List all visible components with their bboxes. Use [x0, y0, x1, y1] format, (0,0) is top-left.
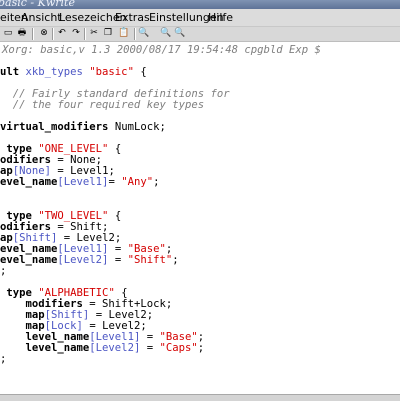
- code-token: ult: [0, 66, 26, 78]
- code-token: "Any": [121, 176, 154, 188]
- code-token: ;: [153, 176, 160, 188]
- code-line: ult xkb_types "basic" {: [0, 67, 147, 78]
- code-token: {: [133, 66, 147, 78]
- menu-bar: eiten Ansicht Lesezeichen Extras Einstel…: [0, 9, 400, 27]
- code-line: ;: [0, 266, 6, 277]
- code-token: =: [108, 254, 128, 266]
- code-token: {: [108, 143, 122, 155]
- toolbar-separator: [134, 28, 136, 40]
- toolbar-separator: [52, 28, 54, 40]
- code-token: "Shift": [127, 254, 173, 266]
- print-icon[interactable]: 🖶: [16, 28, 28, 39]
- menu-ansicht[interactable]: Ansicht: [21, 11, 62, 24]
- code-token: xkb_types: [25, 66, 90, 78]
- code-token: Xorg: basic,v 1.3 2000/08/17 19:54:48 cp…: [2, 44, 321, 56]
- open-icon[interactable]: ▭: [2, 28, 14, 39]
- window-title: basic - Kwrite: [0, 0, 75, 9]
- undo-icon[interactable]: ↶: [56, 28, 68, 39]
- paste-icon[interactable]: 📋: [118, 28, 130, 39]
- code-token: level_name: [0, 342, 90, 354]
- toolbar: ▭ 🖶 ⊗ ↶ ↷ ✂ ❐ 📋 🔍 🔍 🔍: [0, 27, 400, 42]
- code-token: ;: [0, 353, 7, 365]
- code-token: evel_name: [0, 254, 58, 266]
- code-token: NumLock;: [114, 121, 166, 133]
- find-icon[interactable]: 🔍: [138, 28, 150, 39]
- title-bar[interactable]: basic - Kwrite: [0, 0, 400, 9]
- code-token: ;: [197, 342, 205, 354]
- copy-icon[interactable]: ❐: [102, 28, 114, 39]
- menu-extras[interactable]: Extras: [115, 11, 150, 24]
- code-token: "basic": [89, 66, 134, 78]
- code-line: evel_name[Level2] = "Shift";: [0, 255, 179, 266]
- find-prev-icon[interactable]: 🔍: [174, 28, 186, 39]
- code-token: [Level2]: [89, 342, 141, 354]
- code-token: "Caps": [159, 342, 198, 354]
- code-token: [Level2]: [57, 254, 109, 266]
- code-token: =: [108, 176, 122, 188]
- code-token: // the four required key types: [0, 99, 205, 111]
- cut-icon[interactable]: ✂: [88, 28, 100, 39]
- code-token: ;: [172, 254, 179, 266]
- toolbar-separator: [32, 28, 34, 40]
- code-line: Xorg: basic,v 1.3 2000/08/17 19:54:48 cp…: [2, 45, 321, 56]
- find-next-icon[interactable]: 🔍: [160, 28, 172, 39]
- code-line: virtual_modifiers NumLock;: [0, 122, 166, 133]
- code-token: =: [140, 342, 160, 354]
- code-line: evel_name[Level1]= "Any";: [0, 177, 159, 188]
- code-token: evel_name: [0, 176, 58, 188]
- code-line: // the four required key types: [0, 100, 204, 111]
- toolbar-separator: [84, 28, 86, 40]
- code-line: ;: [0, 354, 6, 365]
- code-line: level_name[Level2] = "Caps";: [0, 342, 205, 354]
- text-editor[interactable]: Xorg: basic,v 1.3 2000/08/17 19:54:48 cp…: [0, 42, 400, 392]
- code-token: ;: [0, 265, 7, 277]
- stop-icon[interactable]: ⊗: [38, 28, 50, 39]
- menu-hilfe[interactable]: Hilfe: [208, 11, 233, 24]
- code-token: {: [108, 210, 122, 222]
- code-token: virtual_modifiers: [0, 121, 115, 133]
- code-token: [Level1]: [57, 176, 109, 188]
- redo-icon[interactable]: ↷: [70, 28, 82, 39]
